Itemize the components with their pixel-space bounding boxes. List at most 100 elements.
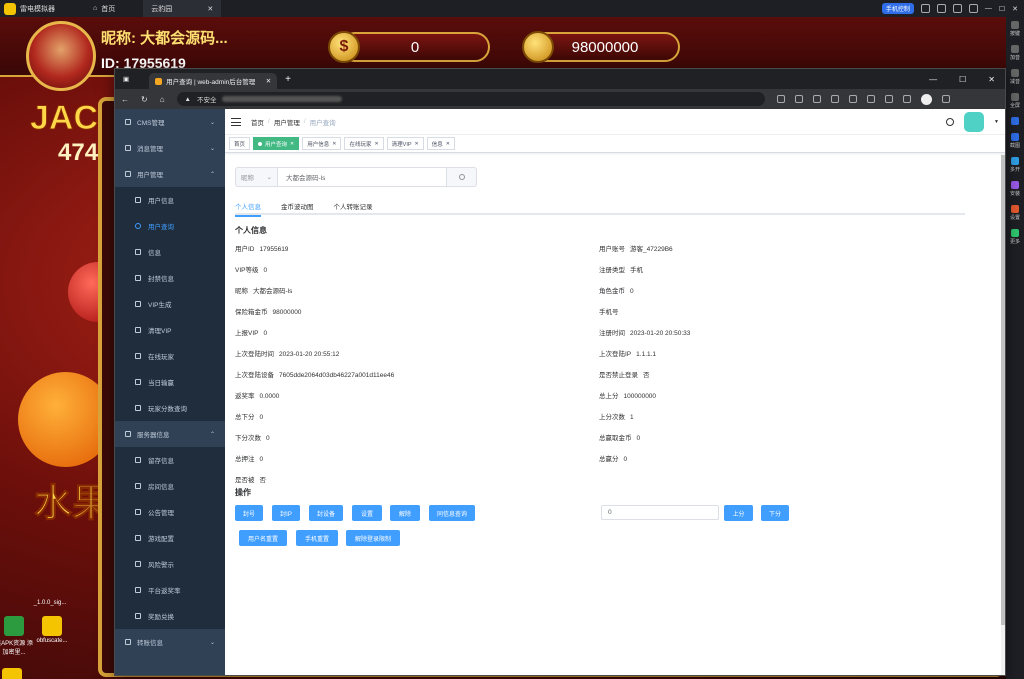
same-info-query-button[interactable]: 同信息查询 bbox=[429, 505, 475, 521]
tab-actions-icon[interactable]: ▣ bbox=[123, 75, 129, 83]
more-icon[interactable] bbox=[941, 95, 950, 103]
search-field-select[interactable]: 昵称 ⌄ bbox=[235, 167, 277, 187]
sidebar-item-game-config[interactable]: 游戏配置 bbox=[115, 525, 225, 551]
download-icon[interactable] bbox=[866, 95, 875, 103]
gamepad-icon[interactable] bbox=[920, 4, 930, 13]
sidebar-item-rooms[interactable]: 房间信息 bbox=[115, 473, 225, 499]
tag-user-info[interactable]: 用户信息 ✕ bbox=[302, 137, 342, 150]
sidebar-item-ban-info[interactable]: 封禁信息 bbox=[115, 265, 225, 291]
new-tab-button[interactable]: + bbox=[285, 74, 291, 85]
copilot-icon[interactable] bbox=[902, 95, 911, 103]
emu-fullscreen-button[interactable]: 全屏 bbox=[1010, 93, 1020, 109]
close-tab-icon[interactable]: ✕ bbox=[266, 77, 271, 85]
tab-personal-info[interactable]: 个人信息 bbox=[235, 197, 261, 217]
emu-multi-button[interactable]: 多开 bbox=[1010, 157, 1020, 173]
emu-settings-button[interactable]: 设置 bbox=[1010, 205, 1020, 221]
sidebar-item-platform-rtp[interactable]: 平台返奖率 bbox=[115, 577, 225, 603]
search-button[interactable] bbox=[447, 167, 477, 187]
sidebar-item-online-players[interactable]: 在线玩家 bbox=[115, 343, 225, 369]
minimize-button[interactable]: — bbox=[929, 75, 937, 84]
home-icon[interactable]: ⌂ bbox=[160, 95, 165, 104]
ban-account-button[interactable]: 封号 bbox=[235, 505, 263, 521]
close-icon[interactable]: ✕ bbox=[290, 141, 294, 147]
sidebar-item-player-score[interactable]: 玩家分数查询 bbox=[115, 395, 225, 421]
player-avatar[interactable] bbox=[26, 21, 96, 91]
close-icon[interactable]: ✕ bbox=[446, 141, 450, 147]
favorite-icon[interactable] bbox=[794, 95, 803, 103]
user-icon[interactable] bbox=[936, 4, 946, 13]
close-icon[interactable]: ✕ bbox=[415, 141, 419, 147]
desktop-apk-file[interactable]: obfuscate... bbox=[32, 616, 72, 644]
search-input[interactable]: 大都会源码-ls bbox=[277, 167, 447, 187]
desktop-apk-folder[interactable]: 桌APK资源 添加密里... bbox=[0, 616, 34, 656]
tag-info[interactable]: 信息 ✕ bbox=[426, 137, 455, 150]
address-bar[interactable]: ▲ 不安全 bbox=[176, 92, 765, 106]
sidebar-item-messages[interactable]: 消息管理 ⌄ bbox=[115, 135, 225, 161]
read-aloud-icon[interactable] bbox=[776, 95, 785, 103]
tag-online-players[interactable]: 在线玩家 ✕ bbox=[344, 137, 384, 150]
collections-icon[interactable] bbox=[848, 95, 857, 103]
tag-home[interactable]: 首页 bbox=[229, 137, 251, 150]
remove-login-limit-button[interactable]: 解除登录限制 bbox=[346, 530, 400, 546]
tag-clear-vip[interactable]: 清理VIP ✕ bbox=[386, 137, 424, 150]
emu-search-button[interactable] bbox=[1011, 117, 1019, 125]
favorites-list-icon[interactable] bbox=[830, 95, 839, 103]
hamburger-icon[interactable] bbox=[231, 117, 241, 126]
breadcrumb-home[interactable]: 首页 bbox=[251, 117, 264, 127]
sidebar-item-clear-vip[interactable]: 清理VIP bbox=[115, 317, 225, 343]
phone-control-button[interactable]: 手机控制 bbox=[881, 3, 914, 14]
share-icon[interactable] bbox=[884, 95, 893, 103]
close-icon[interactable]: ✕ bbox=[207, 5, 213, 13]
minimize-icon[interactable]: — bbox=[985, 5, 992, 12]
user-avatar[interactable] bbox=[964, 111, 985, 132]
sidebar-item-transfer-info[interactable]: 转账信息 ⌄ bbox=[115, 629, 225, 655]
desktop-file[interactable]: _1.0.0_sig... bbox=[30, 600, 70, 606]
reset-phone-button[interactable]: 手机重置 bbox=[296, 530, 338, 546]
sidebar-item-reward-exchange[interactable]: 奖励兑换 bbox=[115, 603, 225, 629]
sidebar-item-daily-win-loss[interactable]: 当日输赢 bbox=[115, 369, 225, 395]
sidebar-item-vip-generate[interactable]: VIP生成 bbox=[115, 291, 225, 317]
emu-install-button[interactable]: 安装 bbox=[1010, 181, 1020, 197]
emu-screenshot-button[interactable]: 截图 bbox=[1010, 133, 1020, 149]
emu-more-button[interactable]: 更多 bbox=[1010, 229, 1020, 245]
close-icon[interactable]: ✕ bbox=[374, 141, 378, 147]
scrollbar-thumb[interactable] bbox=[1001, 155, 1005, 625]
refresh-icon[interactable]: ↻ bbox=[141, 95, 148, 104]
tag-user-query[interactable]: 用户查询 ✕ bbox=[253, 137, 300, 150]
ldplayer-icon[interactable] bbox=[2, 668, 22, 679]
sidebar-item-user-management[interactable]: 用户管理 ⌃ bbox=[115, 161, 225, 187]
sidebar-item-cms[interactable]: CMS管理 ⌄ bbox=[115, 109, 225, 135]
emulator-tab-game[interactable]: 云豹园 ✕ bbox=[143, 0, 222, 17]
emulator-tab-home[interactable]: ⌂ 首页 bbox=[85, 0, 123, 17]
settings-button[interactable]: 设置 bbox=[352, 505, 382, 521]
close-button[interactable]: ✕ bbox=[988, 75, 995, 84]
maximize-button[interactable]: ☐ bbox=[959, 75, 966, 84]
profile-avatar[interactable] bbox=[920, 93, 932, 105]
scrollbar[interactable] bbox=[1001, 153, 1005, 675]
caret-down-icon[interactable]: ▼ bbox=[994, 119, 999, 125]
browser-tab[interactable]: 用户查询 | web-admin后台管理 ✕ bbox=[149, 73, 278, 89]
sidebar-item-info[interactable]: 信息 bbox=[115, 239, 225, 265]
sidebar-item-user-info[interactable]: 用户信息 bbox=[115, 187, 225, 213]
score-down-button[interactable]: 下分 bbox=[761, 505, 789, 521]
breadcrumb-user-management[interactable]: 用户管理 bbox=[274, 117, 300, 127]
ban-ip-button[interactable]: 封IP bbox=[272, 505, 300, 521]
sidebar-item-announcements[interactable]: 公告管理 bbox=[115, 499, 225, 525]
ban-device-button[interactable]: 封设备 bbox=[309, 505, 343, 521]
back-icon[interactable]: ← bbox=[121, 95, 129, 104]
maximize-icon[interactable]: ☐ bbox=[999, 5, 1005, 13]
menu-icon[interactable] bbox=[968, 4, 978, 13]
extension-icon[interactable] bbox=[812, 95, 821, 103]
score-up-button[interactable]: 上分 bbox=[724, 505, 753, 521]
reset-username-button[interactable]: 用户名重置 bbox=[239, 530, 287, 546]
close-icon[interactable]: ✕ bbox=[332, 141, 336, 147]
tab-gold-chart[interactable]: 金币波动图 bbox=[281, 197, 314, 215]
tab-transfer-records[interactable]: 个人转账记录 bbox=[334, 197, 373, 215]
sidebar-item-retention[interactable]: 留存信息 bbox=[115, 447, 225, 473]
unban-button[interactable]: 解除 bbox=[390, 505, 420, 521]
sidebar-item-server-info[interactable]: 服务器信息 ⌃ bbox=[115, 421, 225, 447]
sidebar-item-user-query[interactable]: 用户查询 bbox=[115, 213, 225, 239]
amount-input[interactable]: 0 bbox=[601, 505, 719, 520]
search-icon[interactable] bbox=[946, 117, 955, 126]
mail-icon[interactable] bbox=[952, 4, 962, 13]
